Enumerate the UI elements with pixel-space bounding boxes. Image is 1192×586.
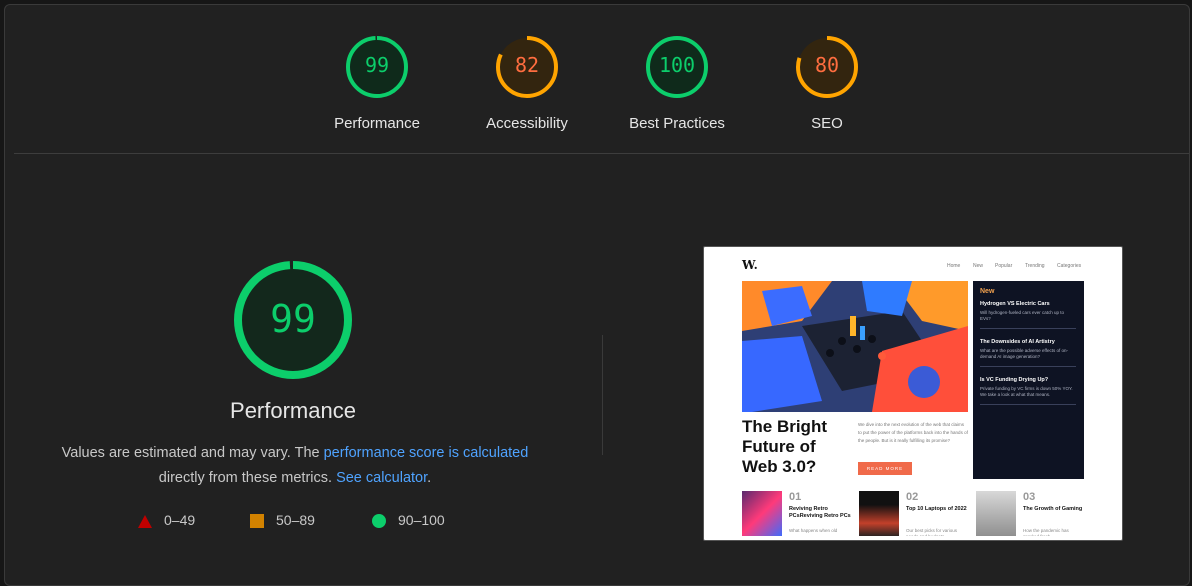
read-more-button: READ MORE — [858, 462, 912, 475]
card-desc: Our best picks for various needs and bud… — [906, 528, 958, 536]
card-image — [859, 491, 899, 536]
site-logo: W. — [742, 258, 758, 272]
section-divider — [14, 153, 1189, 154]
gauge-score: 99 — [364, 53, 390, 77]
new-item: Is VC Funding Drying Up? Private funding… — [980, 377, 1076, 405]
new-item-title: The Downsides of AI Artistry — [980, 339, 1055, 345]
new-item-desc: What are the possible adverse effects of… — [980, 348, 1068, 359]
new-item: The Downsides of AI Artistry What are th… — [980, 339, 1076, 367]
gauge-performance[interactable]: 99 Performance — [297, 35, 457, 132]
legend-pass: 90–100 — [372, 512, 445, 529]
nav-trending: Trending — [1025, 263, 1045, 269]
gauge-label: Accessibility — [486, 115, 568, 132]
circle-icon — [372, 514, 386, 529]
legend-label: 50–89 — [276, 512, 315, 528]
gauge-label: Performance — [334, 115, 420, 132]
see-calculator-link[interactable]: See calculator — [336, 470, 427, 486]
card-title: Reviving Retro PCsReviving Retro PCs — [789, 506, 851, 519]
new-item-desc: Private funding by VC firms is down 50% … — [980, 386, 1073, 397]
hero-illustration — [742, 281, 968, 412]
main-score: 99 — [270, 297, 316, 341]
legend-label: 0–49 — [164, 512, 196, 528]
hero-description: We dive into the next evolution of the w… — [858, 422, 968, 443]
new-heading: New — [980, 288, 995, 295]
card-number: 01 — [789, 491, 802, 503]
new-item-title: Hydrogen VS Electric Cars — [980, 301, 1050, 307]
new-item: Hydrogen VS Electric Cars Will hydrogen-… — [980, 301, 1076, 329]
new-item-desc: Will hydrogen-fueled cars ever catch up … — [980, 310, 1065, 321]
card-number: 03 — [1023, 491, 1036, 503]
nav-categories: Categories — [1057, 263, 1082, 269]
triangle-icon — [138, 514, 152, 528]
main-title: Performance — [230, 398, 356, 423]
legend-label: 90–100 — [398, 512, 445, 528]
legend-average: 50–89 — [250, 512, 315, 529]
desc-text: Values are estimated and may vary. The — [61, 445, 324, 461]
card-image — [976, 491, 1016, 536]
score-calculated-link[interactable]: performance score is calculated — [324, 445, 529, 461]
performance-main-gauge: 99 — [233, 260, 353, 380]
nav-new: New — [973, 263, 984, 269]
article-card: 01 Reviving Retro PCsReviving Retro PCs … — [742, 491, 854, 536]
article-card: 03 The Growth of Gaming How the pandemic… — [976, 491, 1088, 536]
new-sidebar: New Hydrogen VS Electric Cars Will hydro… — [973, 281, 1084, 479]
article-card: 02 Top 10 Laptops of 2022 Our best picks… — [859, 491, 971, 536]
performance-description: Values are estimated and may vary. The p… — [45, 441, 545, 491]
square-icon — [250, 514, 264, 529]
gauge-score: 100 — [658, 53, 696, 77]
gauge-best-practices[interactable]: 100 Best Practices — [597, 35, 757, 132]
hero-image — [742, 281, 968, 412]
hero-title: The Bright Future of Web 3.0? — [742, 417, 827, 476]
final-screenshot-thumbnail[interactable]: W. Home New Popular Trending Categories — [703, 246, 1123, 541]
vertical-divider — [602, 335, 603, 455]
gauge-label: SEO — [811, 115, 843, 132]
legend-fail: 0–49 — [138, 512, 195, 528]
gauge-accessibility[interactable]: 82 Accessibility — [447, 35, 607, 132]
card-number: 02 — [906, 491, 919, 503]
card-desc: How the pandemic has sparked fresh — [1023, 528, 1069, 536]
card-title: Top 10 Laptops of 2022 — [906, 506, 967, 512]
desc-text: . — [427, 470, 432, 486]
desc-text: directly from these metrics. — [158, 470, 337, 486]
gauge-label: Best Practices — [629, 115, 725, 132]
new-item-title: Is VC Funding Drying Up? — [980, 377, 1049, 383]
nav-home: Home — [947, 263, 961, 269]
thumbnail-page: W. Home New Popular Trending Categories — [709, 251, 1117, 536]
report-panel: 99 Performance 82 Accessibility 100 Best… — [4, 4, 1190, 586]
card-image — [742, 491, 782, 536]
gauge-score: 82 — [514, 53, 540, 77]
gauge-score: 80 — [814, 53, 840, 77]
category-gauges: 99 Performance 82 Accessibility 100 Best… — [5, 5, 1189, 155]
gauge-seo[interactable]: 80 SEO — [747, 35, 907, 132]
card-desc: What happens when old — [789, 528, 838, 533]
card-title: The Growth of Gaming — [1023, 506, 1083, 512]
nav-popular: Popular — [995, 263, 1013, 269]
